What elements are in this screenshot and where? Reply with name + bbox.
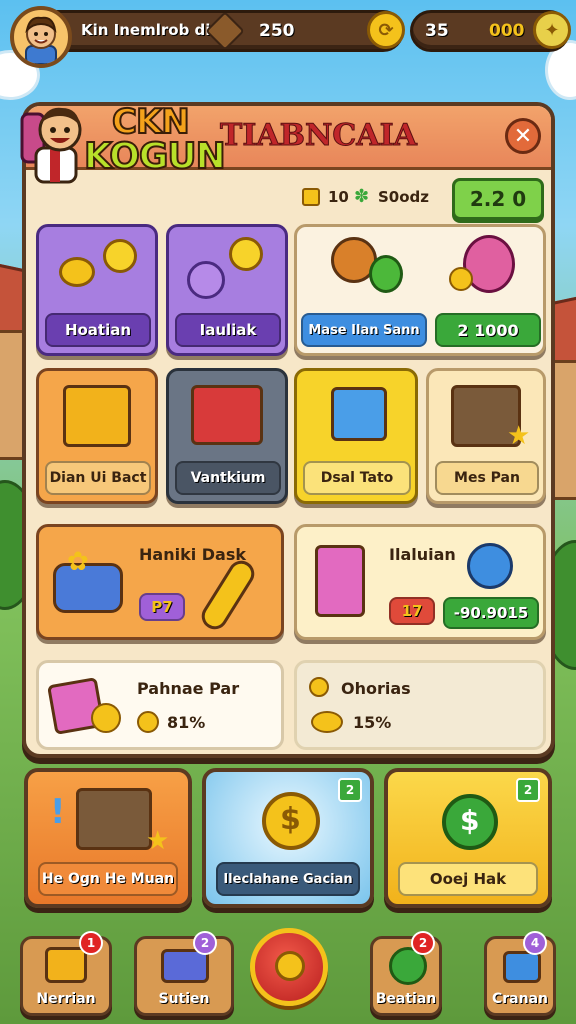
item-card-iauliak[interactable]: Iauliak: [166, 224, 288, 356]
resource-b: S0odz: [378, 188, 430, 206]
globe-icon: [137, 711, 159, 733]
leaf-creature-icon: [369, 255, 403, 293]
nav-sutien[interactable]: 2 Sutien: [134, 931, 234, 1016]
gem-sprite-icon: [205, 11, 245, 51]
offer-tile-he-ogn[interactable]: ! ★ He Ogn He Muan: [24, 768, 192, 908]
item-card-dsal-tato[interactable]: Dsal Tato: [294, 368, 418, 504]
ooej-hak-corner-badge: 2: [516, 778, 540, 802]
bucket-icon: [503, 951, 541, 983]
hoatian-label: Hoatian: [45, 313, 151, 347]
blue-crate-icon: [331, 387, 387, 441]
gold-coin-icon: [91, 703, 121, 733]
player-name: Kin Inemlrob dis: [81, 21, 220, 39]
vantkium-label: Vantkium: [175, 461, 281, 495]
dollar-sign: $: [280, 802, 301, 837]
nav-cranan[interactable]: 4 Cranan: [484, 931, 556, 1016]
crayon-icon: [196, 555, 260, 635]
sun-icon: [103, 239, 137, 273]
gift-box-icon: [63, 385, 131, 447]
ohorias-title: Ohorias: [341, 679, 411, 698]
beatian-badge: 2: [411, 931, 435, 955]
gift-chest-icon: [76, 788, 152, 850]
offer-tile-ooej-hak[interactable]: $ 2 Ooej Hak: [384, 768, 552, 908]
ohorias-value: 15%: [353, 713, 392, 732]
offer-card-ilaluian[interactable]: Ilaluian 17 -90.9015: [294, 524, 546, 640]
cranan-label: Cranan: [491, 991, 548, 1007]
resource-total: 2.2 0: [469, 187, 527, 211]
nav-nerrian[interactable]: 1 Nerrian: [20, 931, 112, 1016]
haniki-dask-title: Haniki Dask: [139, 545, 246, 564]
close-icon: ✕: [513, 123, 533, 149]
gold-bar-icon: [311, 711, 343, 733]
gems-right: 000: [489, 21, 525, 41]
nav-beatian[interactable]: 2 Beatian: [370, 931, 442, 1016]
coins-icon: [59, 257, 95, 287]
ilaluian-price-button[interactable]: -90.9015: [443, 597, 539, 629]
top-bar: Kin Inemlrob dis 250 ⟳ 35 000 ✦: [6, 6, 571, 68]
info-card-ohorias[interactable]: Ohorias 15%: [294, 660, 546, 750]
berry-icon: [187, 261, 225, 299]
dollar-sign-green: $: [460, 804, 480, 837]
resource-a: 10: [328, 188, 349, 206]
pahnae-par-value: 81%: [167, 713, 206, 732]
chest-small-icon: [302, 188, 320, 206]
exclamation-icon: !: [50, 792, 66, 832]
ilaluian-title: Ilaluian: [389, 545, 456, 564]
info-card-pahnae-par[interactable]: Pahnae Par 81%: [36, 660, 284, 750]
gold-nugget-icon: [449, 267, 473, 291]
mase-ilan-sann-price-button[interactable]: 2 1000: [435, 313, 541, 347]
sutien-badge: 2: [193, 931, 217, 955]
resource-total-button[interactable]: 2.2 0: [452, 178, 544, 220]
shop-panel: TIABNCAIA ✕ CKN KOGUN 10 ✽ S0odz 2.2 0 H…: [20, 101, 555, 758]
iauliak-label: Iauliak: [175, 313, 281, 347]
ilaluian-tag: 17: [389, 597, 435, 625]
dsal-tato-label: Dsal Tato: [303, 461, 411, 495]
dian-ui-bact-label: Dian Ui Bact: [45, 461, 151, 495]
item-card-vantkium[interactable]: Vantkium: [166, 368, 288, 504]
gems-pill[interactable]: 35 000 ✦: [410, 10, 571, 52]
logo-line2: KOGUN: [83, 135, 227, 178]
shop-stall-icon: [45, 947, 87, 983]
star-icon: ★: [507, 421, 531, 451]
nerrian-badge: 1: [79, 931, 103, 955]
ileclahane-label: Ileclahane Gacian: [216, 862, 360, 896]
gold-value: 250: [259, 21, 295, 41]
ooej-hak-label: Ooej Hak: [398, 862, 538, 896]
red-gift-box-icon: [191, 385, 263, 445]
pahnae-par-title: Pahnae Par: [137, 679, 240, 698]
star-icon: ★: [146, 826, 170, 856]
nav-center-button[interactable]: [250, 928, 328, 1006]
item-card-mes-pan[interactable]: ★ Mes Pan: [426, 368, 546, 504]
sutien-label: Sutien: [158, 991, 210, 1007]
panel-title: TIABNCAIA: [220, 118, 418, 154]
gold-coin-icon[interactable]: ⟳: [367, 11, 405, 49]
nerrian-label: Nerrian: [36, 991, 96, 1007]
item-card-dian-ui-bact[interactable]: Dian Ui Bact: [36, 368, 158, 504]
ileclahane-corner-badge: 2: [338, 778, 362, 802]
mase-ilan-sann-label: Mase Ilan Sann: [301, 313, 427, 347]
player-pill[interactable]: Kin Inemlrob dis 250 ⟳: [36, 10, 405, 52]
item-card-hoatian[interactable]: Hoatian: [36, 224, 158, 356]
paintbrush-icon: [275, 951, 305, 981]
close-button[interactable]: ✕: [505, 118, 541, 154]
timer-icon: [467, 543, 513, 589]
coin-stack-icon: [309, 677, 329, 697]
clover-icon: ✽: [354, 186, 370, 207]
sun-icon: [229, 237, 263, 271]
flower-icon: ✿: [67, 547, 89, 577]
mes-pan-label: Mes Pan: [435, 461, 539, 495]
beatian-label: Beatian: [375, 991, 437, 1007]
gem-coin-icon[interactable]: ✦: [533, 11, 571, 49]
he-ogn-label: He Ogn He Muan: [38, 862, 178, 896]
block-tower-icon: [315, 545, 365, 617]
haniki-dask-tag: P7: [139, 593, 185, 621]
player-avatar[interactable]: [10, 6, 72, 68]
gems-left: 35: [425, 21, 449, 41]
offer-tile-ileclahane[interactable]: $ 2 Ileclahane Gacian: [202, 768, 374, 908]
cranan-badge: 4: [523, 931, 547, 955]
resource-row: 10 ✽ S0odz 2.2 0: [302, 178, 552, 220]
item-card-mase-ilan-sann[interactable]: Mase Ilan Sann 2 1000: [294, 224, 546, 356]
offer-card-haniki-dask[interactable]: ✿ Haniki Dask P7: [36, 524, 284, 640]
